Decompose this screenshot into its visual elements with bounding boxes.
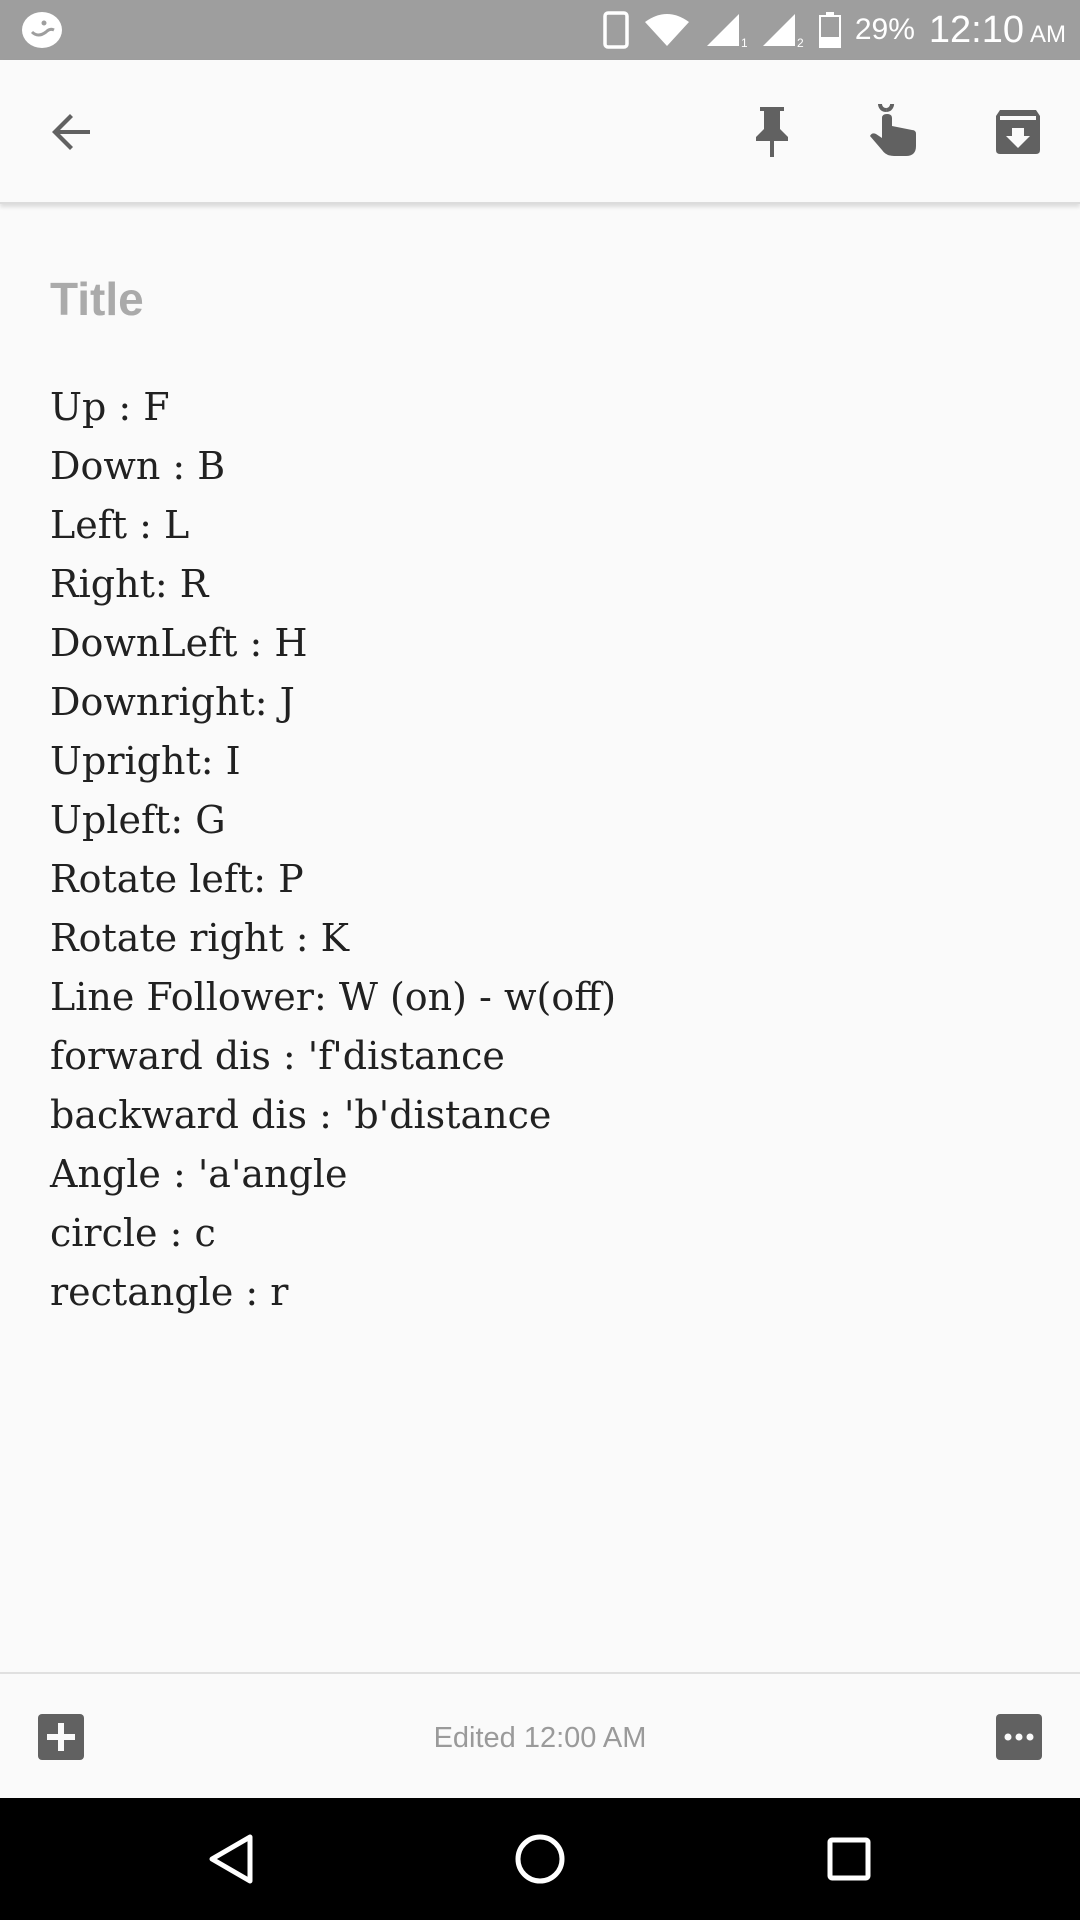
- note-line: Upright: I: [50, 739, 241, 783]
- archive-icon: [996, 110, 1040, 154]
- clock-ampm: AM: [1030, 20, 1066, 48]
- note-body-field[interactable]: Up : F Down : B Left : L Right: R DownLe…: [50, 378, 616, 1322]
- clock: 12:10 AM: [929, 9, 1066, 52]
- edited-timestamp: Edited 12:00 AM: [433, 1722, 647, 1754]
- note-line: Left : L: [50, 503, 190, 547]
- reminder-hand-icon: [870, 104, 916, 156]
- note-line: Line Follower: W (on) - w(off): [50, 975, 617, 1019]
- note-line: Angle : 'a'angle: [50, 1152, 348, 1196]
- system-navigation-bar: [0, 1798, 1080, 1920]
- signal-sim1-icon: 1: [706, 14, 747, 48]
- note-line: Up : F: [50, 385, 170, 429]
- nav-recents-icon: [827, 1837, 871, 1881]
- note-line: Down : B: [50, 444, 226, 488]
- note-line: Upleft: G: [50, 798, 226, 842]
- note-line: Rotate left: P: [50, 857, 304, 901]
- phone-icon: [603, 11, 629, 49]
- nav-home-button[interactable]: [507, 1826, 573, 1892]
- nav-back-button[interactable]: [198, 1826, 264, 1892]
- notification-icon: [22, 12, 62, 48]
- pin-button[interactable]: [742, 102, 802, 162]
- svg-text:1: 1: [741, 36, 747, 48]
- nav-back-icon: [209, 1834, 253, 1884]
- bottom-bar: Edited 12:00 AM: [0, 1672, 1080, 1798]
- note-line: Rotate right : K: [50, 916, 349, 960]
- note-line: DownLeft : H: [50, 621, 308, 665]
- note-title-field[interactable]: Title: [50, 272, 144, 326]
- more-options-icon[interactable]: [996, 1714, 1042, 1760]
- note-line: circle : c: [50, 1211, 216, 1255]
- back-button[interactable]: [42, 102, 102, 162]
- signal-sim2-icon: 2: [762, 14, 804, 48]
- pin-icon: [756, 107, 788, 157]
- note-line: Downright: J: [50, 680, 295, 724]
- note-line: rectangle : r: [50, 1270, 289, 1314]
- clock-time: 12:10: [928, 8, 1024, 51]
- nav-recents-button[interactable]: [816, 1826, 882, 1892]
- top-app-bar: [0, 60, 1080, 204]
- wifi-icon: [644, 14, 689, 46]
- nav-home-icon: [515, 1834, 565, 1884]
- battery-icon: [818, 12, 841, 48]
- note-line: Right: R: [50, 562, 209, 606]
- svg-text:2: 2: [797, 36, 804, 48]
- status-bar: 1 2 29% 12:10 AM: [0, 0, 1080, 60]
- archive-button[interactable]: [988, 102, 1048, 162]
- status-icons: 1 2 29% 12:10 AM: [603, 0, 1066, 60]
- note-line: forward dis : 'f'distance: [50, 1034, 505, 1078]
- reminder-button[interactable]: [864, 102, 924, 162]
- back-arrow-icon: [52, 114, 90, 150]
- note-line: backward dis : 'b'distance: [50, 1093, 552, 1137]
- battery-percent: 29%: [854, 13, 915, 46]
